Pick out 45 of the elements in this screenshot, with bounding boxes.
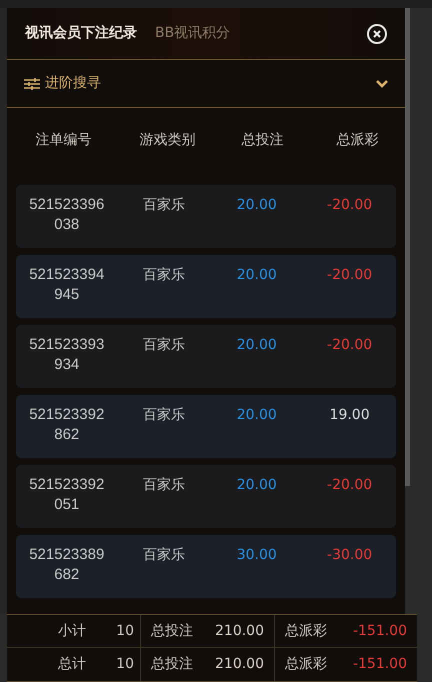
- table-cell-text: -20.00: [326, 196, 374, 215]
- summary-count: 10: [116, 655, 134, 674]
- column-header: 总投注: [240, 131, 284, 150]
- table-cell-text: 20.00: [236, 406, 278, 425]
- tab[interactable]: 视讯会员下注纪录: [25, 23, 137, 44]
- summary-value: -151.00: [352, 655, 407, 674]
- table-cell-text: -20.00: [326, 476, 374, 495]
- table-cell-text: -20.00: [326, 336, 374, 355]
- summary-label: 小计: [58, 622, 86, 640]
- column-header: 注单编号: [34, 131, 92, 150]
- summary-label: 总投注: [151, 655, 193, 674]
- table-cell-text: 百家乐: [142, 336, 186, 355]
- summary-label: 总派彩: [285, 655, 327, 674]
- advanced-search-bar[interactable]: 进阶搜寻: [7, 60, 405, 108]
- column-header: 游戏类别: [138, 131, 196, 150]
- table-cell-text: 521523393934: [28, 335, 106, 375]
- table-cell-text: 百家乐: [142, 196, 186, 215]
- summary-value: -151.00: [352, 622, 407, 640]
- table-cell-text: -20.00: [326, 266, 374, 285]
- table-cell-text: 521523396038: [28, 195, 106, 235]
- table-cell-text: 521523392051: [28, 475, 106, 515]
- summary-value: 210.00: [215, 622, 264, 640]
- table-cell-text: 20.00: [236, 336, 278, 355]
- summary-value: 210.00: [215, 655, 264, 674]
- table-cell-text: 521523392862: [28, 405, 106, 445]
- table-cell-text: 百家乐: [142, 546, 186, 565]
- table-cell-text: 百家乐: [142, 406, 186, 425]
- summary-label: 总计: [58, 655, 86, 674]
- table-cell-text: 20.00: [236, 266, 278, 285]
- table-cell-text: 521523394945: [28, 265, 106, 305]
- table-cell-text: -30.00: [326, 546, 374, 565]
- summary-label: 总派彩: [285, 622, 327, 640]
- table-cell-text: 百家乐: [142, 266, 186, 285]
- sliders-icon: [23, 76, 41, 92]
- table-cell-text: 20.00: [236, 196, 278, 215]
- table-cell-text: 30.00: [236, 546, 278, 565]
- summary-label: 总投注: [151, 622, 193, 640]
- tab[interactable]: BB视讯积分: [155, 23, 230, 44]
- table-cell-text: 20.00: [236, 476, 278, 495]
- summary-count: 10: [116, 622, 134, 640]
- table-cell-text: 百家乐: [142, 476, 186, 495]
- table-cell-text: 521523389682: [28, 545, 106, 585]
- column-header: 总派彩: [335, 131, 380, 150]
- table-cell-text: 19.00: [328, 406, 371, 425]
- close-icon[interactable]: [367, 24, 387, 44]
